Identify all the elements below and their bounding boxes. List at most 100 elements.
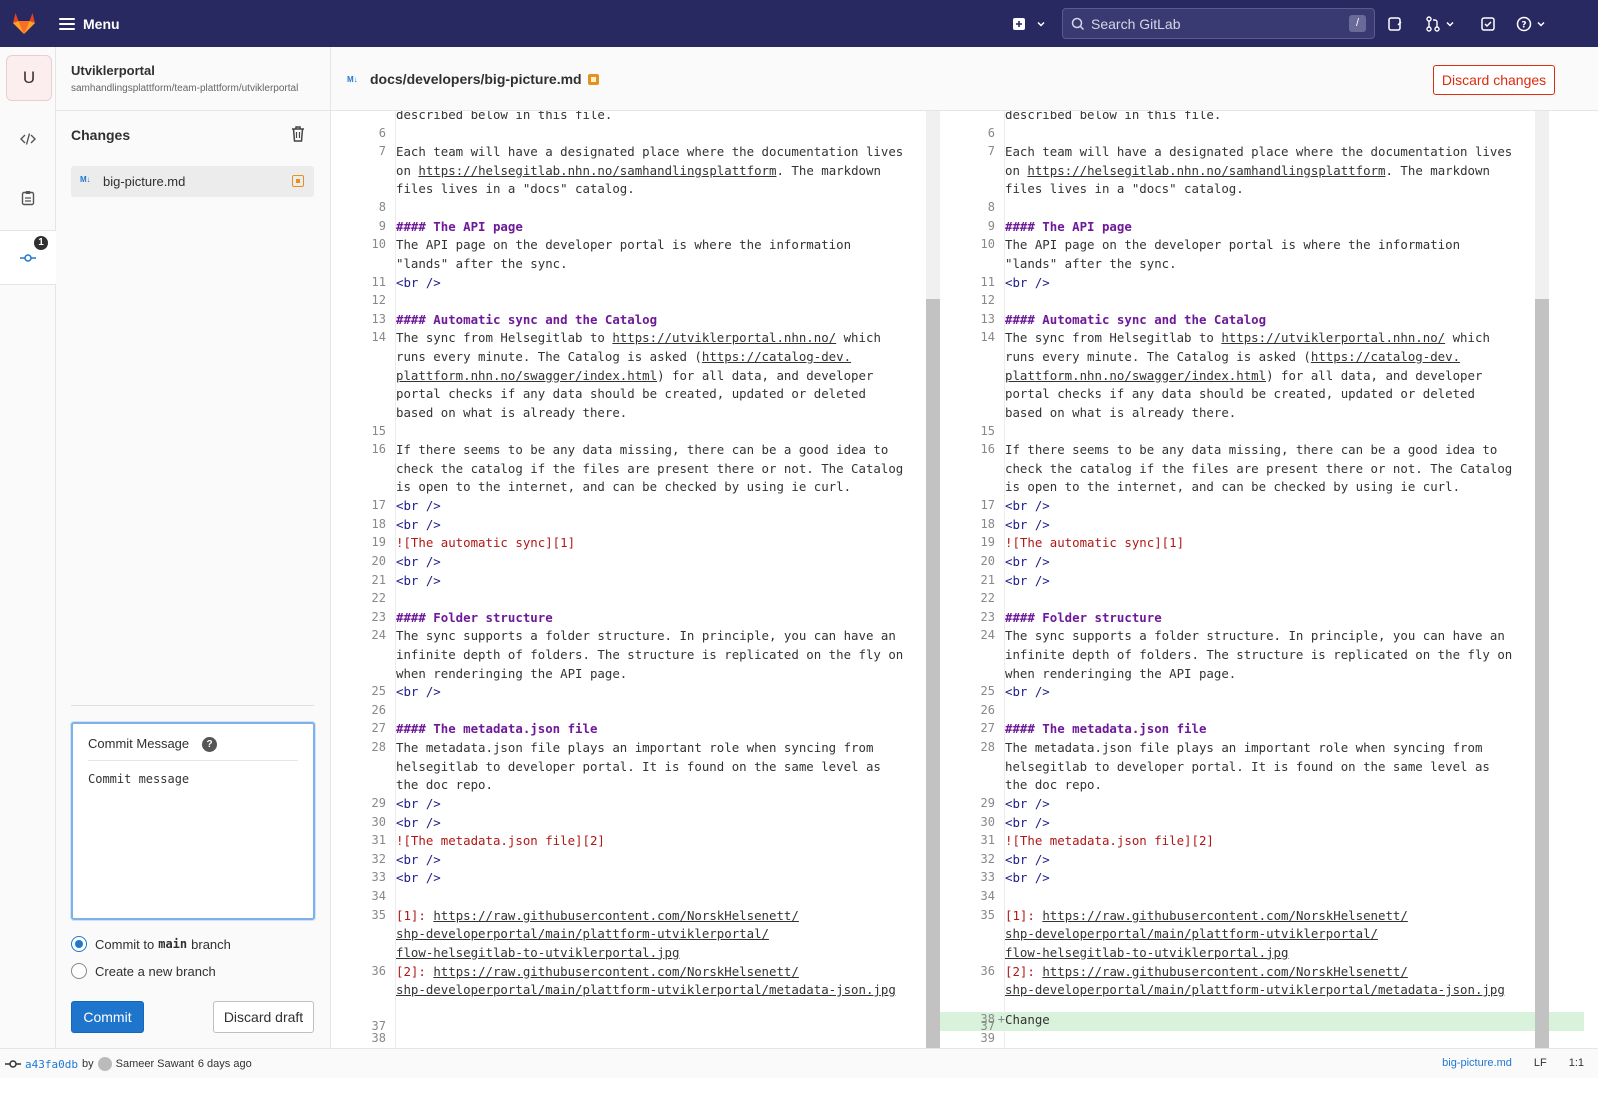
code-line[interactable]: <br /> bbox=[396, 814, 441, 833]
scrollbar-track[interactable] bbox=[1535, 111, 1549, 1048]
edit-mode-button[interactable] bbox=[0, 111, 55, 166]
code-line[interactable]: <br /> bbox=[396, 497, 441, 516]
code-line[interactable]: #### The API page bbox=[396, 218, 523, 237]
code-line[interactable]: runs every minute. The Catalog is asked … bbox=[1005, 348, 1460, 367]
code-line[interactable]: #### Automatic sync and the Catalog bbox=[1005, 311, 1266, 330]
diff-modified-pane[interactable]: described below in this file. 6 7 Each team… bbox=[940, 111, 1598, 1048]
commit-message-input[interactable] bbox=[88, 772, 298, 902]
code-line[interactable]: <br /> bbox=[1005, 683, 1050, 702]
code-line[interactable]: portal checks if any data should be crea… bbox=[396, 385, 866, 404]
code-line[interactable]: [1]: https://raw.githubusercontent.com/N… bbox=[396, 907, 799, 926]
code-line[interactable]: The metadata.json file plays an importan… bbox=[396, 739, 873, 758]
code-line[interactable]: is open to the internet, and can be chec… bbox=[396, 478, 851, 497]
code-line[interactable]: ![The metadata.json file][2] bbox=[396, 832, 605, 851]
changed-file-row[interactable]: M↓ big-picture.md bbox=[71, 166, 314, 197]
code-line[interactable]: shp-developerportal/main/plattform-utvik… bbox=[396, 925, 769, 944]
code-line[interactable]: #### Automatic sync and the Catalog bbox=[396, 311, 657, 330]
code-line[interactable]: "lands" after the sync. bbox=[396, 255, 568, 274]
code-line[interactable]: <br /> bbox=[1005, 274, 1050, 293]
code-line[interactable]: flow-helsegitlab-to-utviklerportal.jpg bbox=[1005, 944, 1288, 963]
merge-requests-button[interactable] bbox=[1425, 14, 1455, 34]
code-line[interactable]: "lands" after the sync. bbox=[1005, 255, 1177, 274]
code-line[interactable]: plattform.nhn.no/swagger/index.html) for… bbox=[396, 367, 873, 386]
code-line[interactable]: If there seems to be any data missing, t… bbox=[396, 441, 888, 460]
code-line[interactable]: The metadata.json file plays an importan… bbox=[1005, 739, 1482, 758]
code-line[interactable]: plattform.nhn.no/swagger/index.html) for… bbox=[1005, 367, 1482, 386]
code-line[interactable]: <br /> bbox=[396, 572, 441, 591]
code-line[interactable]: Each team will have a designated place w… bbox=[396, 143, 903, 162]
code-line[interactable]: flow-helsegitlab-to-utviklerportal.jpg bbox=[396, 944, 679, 963]
search-box[interactable]: Search GitLab / bbox=[1062, 8, 1375, 39]
code-line[interactable]: The sync from Helsegitlab to https://utv… bbox=[1005, 329, 1490, 348]
code-line[interactable]: <br /> bbox=[396, 274, 441, 293]
code-line[interactable]: [2]: https://raw.githubusercontent.com/N… bbox=[396, 963, 799, 982]
code-line[interactable]: The API page on the developer portal is … bbox=[396, 236, 851, 255]
code-line[interactable]: files lives in a "docs" catalog. bbox=[396, 180, 635, 199]
code-line[interactable]: #### Folder structure bbox=[396, 609, 553, 628]
code-line[interactable]: The sync supports a folder structure. In… bbox=[1005, 627, 1505, 646]
code-line[interactable]: #### The API page bbox=[1005, 218, 1132, 237]
code-line[interactable]: based on what is already there. bbox=[396, 404, 627, 423]
menu-button[interactable]: Menu bbox=[59, 12, 120, 36]
code-line[interactable]: the doc repo. bbox=[1005, 776, 1102, 795]
code-line[interactable]: shp-developerportal/main/plattform-utvik… bbox=[1005, 981, 1505, 1000]
code-line[interactable]: <br /> bbox=[1005, 516, 1050, 535]
code-line[interactable]: is open to the internet, and can be chec… bbox=[1005, 478, 1460, 497]
project-name[interactable]: Utviklerportal bbox=[71, 63, 155, 78]
code-line[interactable]: Each team will have a designated place w… bbox=[1005, 143, 1512, 162]
code-line[interactable]: check the catalog if the files are prese… bbox=[396, 460, 903, 479]
radio-new-branch[interactable] bbox=[71, 963, 87, 979]
code-line[interactable]: <br /> bbox=[396, 553, 441, 572]
code-line[interactable]: [1]: https://raw.githubusercontent.com/N… bbox=[1005, 907, 1408, 926]
code-line[interactable]: shp-developerportal/main/plattform-utvik… bbox=[396, 981, 896, 1000]
help-button[interactable]: ? bbox=[1516, 14, 1546, 34]
code-line[interactable]: <br /> bbox=[396, 683, 441, 702]
code-line[interactable]: runs every minute. The Catalog is asked … bbox=[396, 348, 851, 367]
trash-icon[interactable] bbox=[290, 125, 306, 143]
code-line[interactable]: ![The automatic sync][1] bbox=[396, 534, 575, 553]
question-circle-icon[interactable]: ? bbox=[202, 737, 217, 752]
code-line[interactable]: <br /> bbox=[396, 851, 441, 870]
discard-changes-button[interactable]: Discard changes bbox=[1433, 65, 1555, 95]
commit-button[interactable]: Commit bbox=[71, 1001, 144, 1033]
code-line[interactable]: check the catalog if the files are prese… bbox=[1005, 460, 1512, 479]
code-line[interactable]: helsegitlab to developer portal. It is f… bbox=[396, 758, 881, 777]
code-line[interactable]: on https://helsegitlab.nhn.no/samhandlin… bbox=[396, 162, 881, 181]
project-avatar[interactable]: U bbox=[6, 55, 52, 101]
code-line[interactable]: <br /> bbox=[1005, 869, 1050, 888]
code-line[interactable]: The sync supports a folder structure. In… bbox=[396, 627, 896, 646]
code-line[interactable]: <br /> bbox=[1005, 851, 1050, 870]
code-line[interactable]: infinite depth of folders. The structure… bbox=[1005, 646, 1512, 665]
code-line[interactable]: when renderinging the API page. bbox=[1005, 665, 1236, 684]
todos-button[interactable] bbox=[1480, 14, 1496, 34]
code-line[interactable]: helsegitlab to developer portal. It is f… bbox=[1005, 758, 1490, 777]
code-line[interactable]: based on what is already there. bbox=[1005, 404, 1236, 423]
scrollbar-thumb[interactable] bbox=[926, 299, 940, 1048]
code-line[interactable]: infinite depth of folders. The structure… bbox=[396, 646, 903, 665]
status-file-name[interactable]: big-picture.md bbox=[1442, 1057, 1512, 1069]
code-line[interactable]: Change bbox=[1005, 1011, 1050, 1030]
code-line[interactable]: shp-developerportal/main/plattform-utvik… bbox=[1005, 925, 1378, 944]
radio-commit-main[interactable] bbox=[71, 936, 87, 952]
code-line[interactable]: #### The metadata.json file bbox=[1005, 720, 1206, 739]
code-line[interactable]: The API page on the developer portal is … bbox=[1005, 236, 1460, 255]
code-line[interactable]: <br /> bbox=[396, 516, 441, 535]
code-line[interactable]: described below in this file. bbox=[396, 111, 612, 125]
code-line[interactable]: ![The metadata.json file][2] bbox=[1005, 832, 1214, 851]
code-line[interactable]: <br /> bbox=[396, 869, 441, 888]
create-new-button[interactable] bbox=[1012, 14, 1046, 34]
code-line[interactable]: The sync from Helsegitlab to https://utv… bbox=[396, 329, 881, 348]
code-line[interactable]: files lives in a "docs" catalog. bbox=[1005, 180, 1244, 199]
code-line[interactable]: <br /> bbox=[1005, 553, 1050, 572]
code-line[interactable]: when renderinging the API page. bbox=[396, 665, 627, 684]
code-line[interactable]: <br /> bbox=[1005, 814, 1050, 833]
code-line[interactable]: on https://helsegitlab.nhn.no/samhandlin… bbox=[1005, 162, 1490, 181]
scrollbar-track[interactable] bbox=[926, 111, 940, 1048]
code-line[interactable]: <br /> bbox=[1005, 795, 1050, 814]
commit-mode-button[interactable]: 1 bbox=[0, 230, 56, 285]
issues-button[interactable] bbox=[1387, 14, 1403, 34]
gitlab-logo-icon[interactable] bbox=[10, 9, 38, 37]
review-mode-button[interactable] bbox=[0, 170, 55, 225]
commit-sha-link[interactable]: a43fa0db bbox=[25, 1058, 78, 1071]
discard-draft-button[interactable]: Discard draft bbox=[213, 1001, 314, 1033]
